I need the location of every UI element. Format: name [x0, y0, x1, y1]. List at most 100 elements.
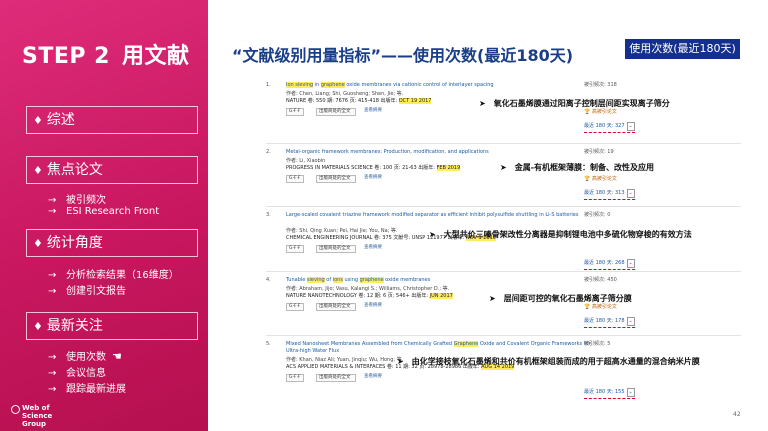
highly-cited-label: 高被引论文 — [591, 304, 617, 310]
nav-item-citation-report[interactable]: → 创建引文报告 — [48, 282, 126, 297]
highly-cited-label: 高被引论文 — [591, 109, 617, 115]
chevron-down-icon[interactable]: ⌄ — [626, 189, 635, 198]
logo-line: Science — [22, 412, 53, 420]
record-title-link[interactable]: Mixed Nanosheet Membranes Assembled from… — [286, 341, 606, 355]
record-title-link[interactable]: Ion sieving in graphene oxide membranes … — [286, 82, 606, 89]
arrow-icon: → — [48, 368, 57, 379]
nav-section-statistics[interactable]: ♦ 统计角度 — [26, 229, 198, 257]
highly-cited-badge: 🏆 高被引论文 — [584, 109, 617, 116]
arrow-marker-icon: ➤ — [397, 357, 404, 366]
times-cited[interactable]: 被引频次: 0 — [584, 212, 610, 219]
chevron-down-icon[interactable]: ⌄ — [626, 317, 635, 326]
times-cited[interactable]: 被引频次: 19 — [584, 149, 614, 156]
record-divider — [266, 206, 741, 207]
record-authors: 作者: Shi, Qing Xuan; Pei, Hai Jie; You, N… — [286, 228, 398, 234]
record-title-link[interactable]: Tunable sieving of ions using graphene o… — [286, 277, 606, 284]
record-divider — [266, 335, 741, 336]
globe-icon — [11, 405, 20, 414]
nav-item-conference-info[interactable]: → 会议信息 — [48, 364, 106, 379]
source-text: NATURE NANOTECHNOLOGY 卷: 12 期: 6 页: 546+… — [286, 293, 430, 299]
publisher-fulltext-button[interactable]: 出版商处的全文 — [316, 108, 356, 116]
usage-count-180-days[interactable]: 最近 180 天: 178 ⌄ — [584, 317, 635, 328]
usage-count-180-days[interactable]: 最近 180 天: 268 ⌄ — [584, 259, 635, 270]
times-cited[interactable]: 被引频次: 450 — [584, 277, 617, 284]
trophy-icon: 🏆 — [584, 304, 592, 310]
view-abstract-link[interactable]: 查看摘要 — [362, 175, 384, 183]
callout-text: 氧化石墨烯膜通过阳离子控制层间距实现离子筛分 — [493, 99, 670, 108]
nav-item-track-progress[interactable]: → 跟踪最新进展 — [48, 380, 126, 395]
nav-section-label: 焦点论文 — [46, 162, 103, 178]
result-record: 2. Metal-organic framework membranes: Pro… — [266, 149, 741, 207]
arrow-marker-icon: ➤ — [489, 294, 496, 303]
diamond-bullet-icon: ♦ — [33, 114, 43, 127]
nav-item-citation-count[interactable]: → 被引频次 — [48, 191, 106, 206]
pointing-hand-icon: ☚ — [112, 350, 122, 363]
callout-text: 大型共价三嗪骨架改性分离器是抑制锂电池中多硫化物穿梭的有效方法 — [443, 230, 692, 239]
nav-item-esi-research-front[interactable]: → ESI Research Front — [48, 206, 159, 217]
nav-item-label: 分析检索结果（16维度） — [66, 270, 179, 281]
nav-section-focus-papers[interactable]: ♦ 焦点论文 — [26, 156, 198, 184]
arrow-icon: → — [48, 384, 57, 395]
gofulltext-button[interactable]: G·F·F — [286, 245, 304, 253]
nav-item-analyze-results[interactable]: → 分析检索结果（16维度） — [48, 266, 179, 281]
times-cited[interactable]: 被引频次: 5 — [584, 341, 610, 348]
gofulltext-button[interactable]: G·F·F — [286, 303, 304, 311]
page-title: “文献级别用量指标”——使用次数(最近180天) — [232, 46, 574, 65]
highly-cited-badge: 🏆 高被引论文 — [584, 176, 617, 183]
title-highlight: graphene — [359, 277, 384, 283]
nav-section-label: 统计角度 — [46, 235, 103, 251]
record-title-link[interactable]: Large-scaled covalent triazine framework… — [286, 212, 606, 219]
arrow-icon: → — [48, 206, 57, 217]
web-of-science-logo: Web of Science Group — [11, 404, 53, 428]
record-source: NATURE 卷: 550 期: 7676 页: 415-418 出版年: OC… — [286, 98, 432, 105]
record-number: 4. — [266, 277, 271, 283]
record-number: 5. — [266, 341, 271, 347]
annotation-callout: ➤ 由化学接枝氧化石墨烯和共价有机框架组装而成的用于超高水通量的混合纳米片膜 — [397, 356, 700, 367]
record-authors: 作者: Khan, Niaz Ali; Yuan, Jinqiu; Wu, Ho… — [286, 357, 404, 363]
gofulltext-button[interactable]: G·F·F — [286, 108, 304, 116]
nav-item-label: 创建引文报告 — [66, 286, 126, 297]
view-abstract-link[interactable]: 查看摘要 — [362, 303, 384, 311]
usage-count-180-days[interactable]: 最近 180 天: 313 ⌄ — [584, 189, 635, 200]
annotation-callout: ➤ 氧化石墨烯膜通过阳离子控制层间距实现离子筛分 — [479, 98, 670, 109]
title-highlight: ions — [332, 277, 343, 283]
publisher-fulltext-button[interactable]: 出版商处的全文 — [316, 175, 356, 183]
title-text: oxide membranes via cationic control of … — [344, 82, 494, 88]
record-title-link[interactable]: Metal-organic framework membranes: Produ… — [286, 149, 606, 156]
usage-count-180-days[interactable]: 最近 180 天: 327 ⌄ — [584, 122, 635, 133]
result-record: 4. Tunable sieving of ions using graphene… — [266, 277, 741, 336]
chevron-down-icon[interactable]: ⌄ — [626, 388, 635, 397]
title-highlight: graphene — [320, 82, 345, 88]
nav-section-label: 最新关注 — [46, 318, 103, 334]
record-divider — [266, 271, 741, 272]
gofulltext-button[interactable]: G·F·F — [286, 374, 304, 382]
arrow-marker-icon: ➤ — [429, 230, 436, 239]
sidebar: STEP 2 用文献 ♦ 综述 ♦ 焦点论文 → 被引频次 → ESI Research … — [0, 0, 208, 431]
diamond-bullet-icon: ♦ — [33, 320, 43, 333]
nav-item-label: 使用次数 — [66, 352, 106, 363]
chevron-down-icon[interactable]: ⌄ — [626, 259, 635, 268]
gofulltext-button[interactable]: G·F·F — [286, 175, 304, 183]
publication-date: FEB 2019 — [436, 165, 461, 171]
nav-section-review[interactable]: ♦ 综述 — [26, 106, 198, 134]
diamond-bullet-icon: ♦ — [33, 237, 43, 250]
callout-text: 由化学接枝氧化石墨烯和共价有机框架组装而成的用于超高水通量的混合纳米片膜 — [411, 357, 700, 366]
arrow-icon: → — [48, 286, 57, 297]
title-text: oxide membranes — [383, 277, 431, 283]
chevron-down-icon[interactable]: ⌄ — [626, 122, 635, 131]
usage-count-180-days[interactable]: 最近 180 天: 155 ⌄ — [584, 388, 635, 399]
result-record: 1. Ion sieving in graphene oxide membrane… — [266, 82, 741, 144]
arrow-marker-icon: ➤ — [500, 163, 507, 172]
view-abstract-link[interactable]: 查看摘要 — [362, 245, 384, 253]
publisher-fulltext-button[interactable]: 出版商处的全文 — [316, 303, 356, 311]
view-abstract-link[interactable]: 查看摘要 — [362, 374, 384, 382]
arrow-icon: → — [48, 270, 57, 281]
publisher-fulltext-button[interactable]: 出版商处的全文 — [316, 245, 356, 253]
nav-section-latest[interactable]: ♦ 最新关注 — [26, 312, 198, 340]
nav-item-usage-count[interactable]: → 使用次数 ☚ — [48, 348, 122, 363]
view-abstract-link[interactable]: 查看摘要 — [362, 108, 384, 116]
record-number: 3. — [266, 212, 271, 218]
times-cited[interactable]: 被引频次: 318 — [584, 82, 617, 89]
publisher-fulltext-button[interactable]: 出版商处的全文 — [316, 374, 356, 382]
nav-section-label: 综述 — [46, 112, 75, 128]
